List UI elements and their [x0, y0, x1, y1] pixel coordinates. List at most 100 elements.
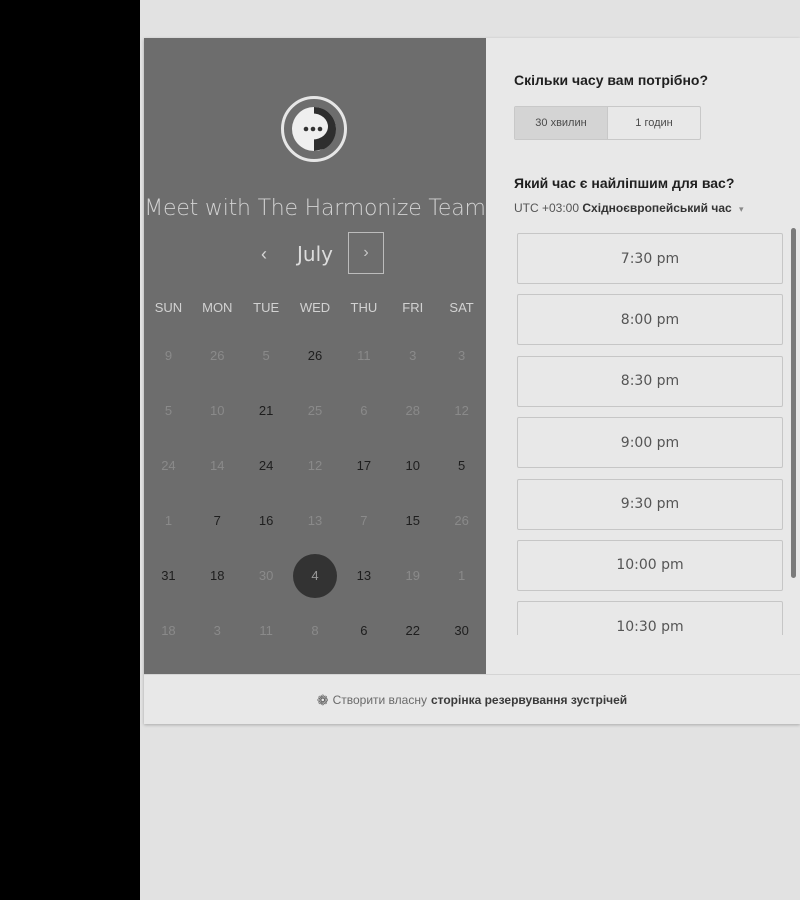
- calendar-day[interactable]: 16: [242, 493, 291, 548]
- calendar-day-number: 5: [457, 458, 466, 473]
- month-navigation: ‹ July ›: [144, 232, 486, 276]
- calendar-week: 18 3 11 8 6 22 30: [144, 603, 486, 658]
- calendar-day[interactable]: 26: [291, 328, 340, 383]
- calendar-day[interactable]: 6: [339, 603, 388, 658]
- weekday-label: SAT: [449, 300, 474, 315]
- calendar-day-number: 3: [457, 348, 466, 363]
- calendar-day-number: 31: [161, 568, 176, 583]
- weekday-header: SUN MON TUE WED THU FRI SAT: [144, 300, 486, 320]
- calendar-day: 12: [437, 383, 486, 438]
- duration-selector: 30 хвилин 1 годин: [514, 106, 701, 140]
- calendar-day-number: 26: [454, 513, 469, 528]
- calendar-day-number: 8: [311, 623, 319, 638]
- calendar-day: 11: [339, 328, 388, 383]
- calendar-day[interactable]: 22: [388, 603, 437, 658]
- calendar-week: 24 14 24 12 17 10 5: [144, 438, 486, 493]
- calendar-day[interactable]: 31: [144, 548, 193, 603]
- duration-option[interactable]: 1 годин: [608, 107, 700, 139]
- calendar-day: 13: [291, 493, 340, 548]
- calendar-day[interactable]: 24: [242, 438, 291, 493]
- time-slot-scrollbar[interactable]: [791, 228, 796, 578]
- calendar-day[interactable]: 5: [437, 438, 486, 493]
- time-panel: Скільки часу вам потрібно? 30 хвилин 1 го…: [486, 38, 800, 674]
- calendar-day[interactable]: 13: [339, 548, 388, 603]
- calendar-day-number: 24: [258, 458, 274, 473]
- calendar-day: 12: [291, 438, 340, 493]
- calendar-day-number: 30: [258, 568, 274, 583]
- calendar-day-number: 14: [210, 458, 225, 473]
- calendar-day[interactable]: 17: [339, 438, 388, 493]
- calendar-day[interactable]: 21: [242, 383, 291, 438]
- calendar-day-number: 30: [454, 623, 469, 638]
- weekday-label: MON: [202, 300, 233, 315]
- calendar-panel: Meet with The Harmonize Team ‹ July › SU…: [144, 38, 486, 674]
- calendar-day-number: 11: [259, 623, 273, 638]
- calendar-day: 8: [291, 603, 340, 658]
- footer-link[interactable]: сторінка резервування зустрічей: [431, 693, 627, 707]
- calendar-day: 30: [242, 548, 291, 603]
- calendar-day: 1: [144, 493, 193, 548]
- calendar-day-number: 25: [307, 403, 323, 418]
- calendar-week: 5 10 21 25 6 28 12: [144, 383, 486, 438]
- duration-question: Скільки часу вам потрібно?: [514, 72, 709, 88]
- calendar-day: 18: [144, 603, 193, 658]
- calendar-day: 19: [388, 548, 437, 603]
- calendar-day-number: 15: [405, 513, 420, 528]
- calendar-day: 5: [242, 328, 291, 383]
- time-slot-list: 7:30 pm 8:00 pm 8:30 pm 9:00 pm 9:30 pm 10:00…: [517, 233, 783, 635]
- calendar-day-number: 7: [213, 513, 221, 528]
- calendar-week: 9 26 5 26 11 3 3: [144, 328, 486, 383]
- calendar-day-number: 13: [307, 513, 323, 528]
- time-slot-button[interactable]: 10:30 pm: [517, 601, 783, 635]
- calendar-day: 5: [144, 383, 193, 438]
- calendar-day-number: 18: [161, 623, 176, 638]
- calendar-day-number: 3: [409, 348, 417, 363]
- time-slot-button[interactable]: 9:30 pm: [517, 478, 783, 530]
- calendar-day-number: 6: [360, 623, 368, 638]
- calendar-day: 28: [388, 383, 437, 438]
- calendar-day-number: 1: [457, 568, 466, 583]
- calendar-day-number: 6: [360, 403, 368, 418]
- calendar-day-number: 28: [405, 403, 420, 418]
- time-slot-button[interactable]: 7:30 pm: [517, 233, 783, 284]
- calendar-day[interactable]: 7: [193, 493, 242, 548]
- calendar-day: 3: [193, 603, 242, 658]
- time-slot-button[interactable]: 10:00 pm: [517, 539, 783, 591]
- calendar-day-number: 22: [405, 623, 420, 638]
- calendar-day-number: 4: [293, 553, 337, 598]
- calendar-day-selected[interactable]: 4: [291, 548, 340, 603]
- chevron-left-icon[interactable]: ‹: [254, 240, 274, 268]
- calendar-day-number: 24: [161, 458, 176, 473]
- time-slot-button[interactable]: 9:00 pm: [517, 417, 783, 469]
- calendar-day: 3: [437, 328, 486, 383]
- host-avatar: [281, 96, 347, 162]
- time-slot-button[interactable]: 8:30 pm: [517, 355, 783, 407]
- calendar-week: 1 7 16 13 7 15 26: [144, 493, 486, 548]
- calendar-day-number: 10: [210, 403, 225, 418]
- calendar-day[interactable]: 18: [193, 548, 242, 603]
- weekday-label: SUN: [154, 300, 183, 315]
- calendar-day-number: 12: [307, 458, 323, 473]
- calendar-day: 10: [193, 383, 242, 438]
- calendar-day-number: 9: [164, 348, 173, 363]
- calendar-day-number: 7: [360, 513, 368, 528]
- chevron-right-icon[interactable]: ›: [348, 232, 384, 274]
- calendar-day: 6: [339, 383, 388, 438]
- sprocket-icon: ❁: [316, 691, 329, 708]
- calendar-day: 24: [144, 438, 193, 493]
- time-question: Який час є найліпшим для вас?: [514, 175, 735, 191]
- duration-option[interactable]: 30 хвилин: [515, 107, 608, 139]
- weekday-label: THU: [350, 300, 378, 315]
- calendar-day-number: 16: [258, 513, 274, 528]
- calendar-day-number: 11: [357, 348, 371, 363]
- time-slot-button[interactable]: 8:00 pm: [517, 294, 783, 346]
- calendar-day: 1: [437, 548, 486, 603]
- calendar-day-number: 13: [356, 568, 372, 583]
- timezone-selector[interactable]: UTC +03:00 Східноєвропейський час ▾: [514, 201, 744, 215]
- calendar-grid: 9 26 5 26 11 3 3 5 10 21 25 6 28 12 24 14 24 12 17 10 5 1 7 16 1…: [144, 328, 486, 658]
- calendar-day[interactable]: 10: [388, 438, 437, 493]
- calendar-day[interactable]: 30: [437, 603, 486, 658]
- calendar-day: 26: [193, 328, 242, 383]
- calendar-day-number: 10: [405, 458, 420, 473]
- calendar-day[interactable]: 15: [388, 493, 437, 548]
